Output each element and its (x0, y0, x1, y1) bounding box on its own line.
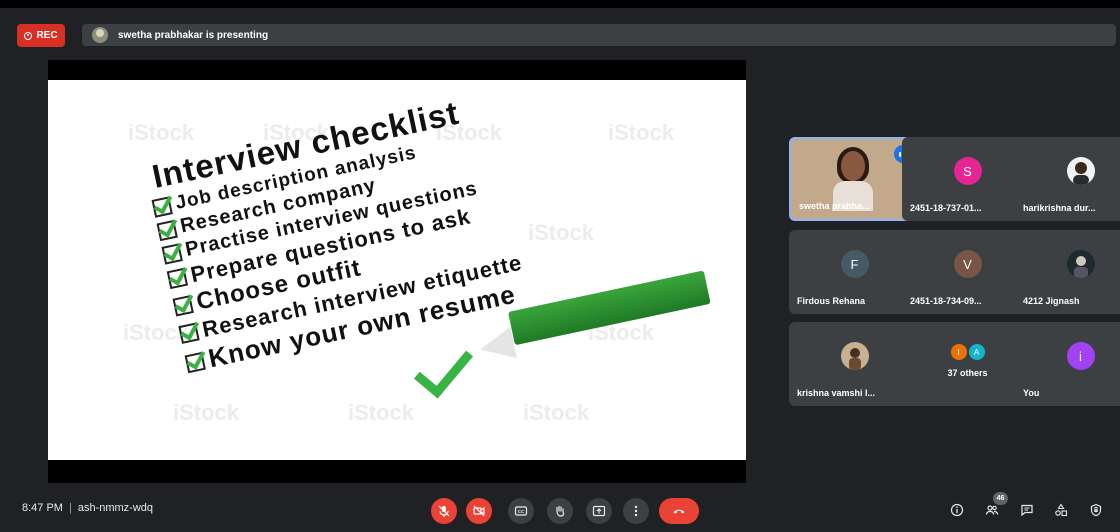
mic-off-icon (438, 505, 450, 517)
meeting-code[interactable]: ash-nmmz-wdq (78, 502, 153, 514)
participant-tile[interactable]: 4212 Jignash (1015, 230, 1120, 314)
more-options-button[interactable] (623, 498, 649, 524)
self-tile[interactable]: i You (1015, 322, 1120, 406)
chat-icon (1021, 504, 1033, 517)
participant-name: krishna vamshi l... (797, 388, 876, 398)
others-count: 37 others (947, 368, 988, 378)
avatar: S (953, 157, 982, 185)
record-icon (24, 31, 33, 40)
end-call-icon (673, 509, 685, 514)
shared-slide: iStock iStock iStock iStock iStock iStoc… (48, 80, 746, 460)
activities-button[interactable] (1053, 502, 1069, 518)
participant-name: You (1023, 388, 1040, 398)
participant-tile[interactable]: F Firdous Rehana (789, 230, 920, 314)
participant-name: Firdous Rehana (797, 296, 866, 306)
clock-time: 8:47 PM (22, 502, 63, 514)
pen-tip (477, 326, 517, 366)
checkbox-checked-icon (156, 219, 178, 241)
info-icon (950, 503, 964, 517)
avatar: V (953, 250, 982, 278)
presenting-banner: swetha prabhakar is presenting (82, 24, 1116, 46)
hand-icon (556, 505, 565, 517)
watermark: iStock (173, 400, 240, 425)
avatar: I (950, 344, 967, 360)
camera-off-icon (473, 505, 485, 517)
watermark: iStock (128, 120, 195, 145)
presentation-stage[interactable]: iStock iStock iStock iStock iStock iStoc… (48, 60, 746, 483)
host-controls-button[interactable] (1088, 502, 1104, 518)
participant-tile[interactable]: harikrishna dur... (1015, 137, 1120, 221)
more-options-icon (634, 505, 638, 517)
bottom-bar: 8:47 PM | ash-nmmz-wdq CC (0, 486, 1120, 532)
recording-label: REC (36, 30, 58, 41)
present-button[interactable] (586, 498, 612, 524)
participant-video (833, 147, 873, 211)
leave-call-button[interactable] (659, 498, 699, 524)
checkbox-checked-icon (161, 242, 183, 265)
watermark: iStock (528, 220, 595, 245)
avatar: A (968, 344, 985, 360)
participant-tile[interactable]: krishna vamshi l... (789, 322, 920, 406)
avatar (1066, 157, 1095, 185)
captions-button[interactable]: CC (508, 498, 534, 524)
camera-toggle-button[interactable] (466, 498, 492, 524)
svg-text:CC: CC (518, 509, 525, 514)
people-icon (985, 505, 999, 515)
top-edge (0, 0, 1120, 8)
mic-toggle-button[interactable] (431, 498, 457, 524)
participant-tile[interactable]: S 2451-18-737-01... (902, 137, 1033, 221)
checkbox-checked-icon (166, 267, 189, 290)
checkbox-checked-icon (178, 322, 200, 344)
avatar (840, 342, 869, 370)
participant-tile[interactable]: V 2451-18-734-09... (902, 230, 1033, 314)
others-avatars: I A (950, 344, 985, 360)
recording-badge[interactable]: REC (17, 24, 65, 47)
presenting-text: swetha prabhakar is presenting (118, 29, 269, 41)
avatar (1066, 250, 1095, 278)
watermark: iStock (608, 120, 675, 145)
presenter-avatar (92, 27, 108, 43)
checkbox-checked-icon (172, 295, 194, 317)
shield-lock-icon (1090, 503, 1102, 517)
watermark: iStock (523, 400, 590, 425)
watermark: iStock (348, 400, 415, 425)
meeting-info: 8:47 PM | ash-nmmz-wdq (22, 502, 154, 514)
meeting-details-button[interactable] (949, 502, 965, 518)
people-count-badge: 46 (993, 492, 1008, 505)
present-icon (592, 505, 606, 517)
participant-name: 4212 Jignash (1023, 296, 1080, 306)
participant-tile-active-speaker[interactable]: swetha prabha... (789, 137, 920, 221)
participant-name: 2451-18-737-01... (910, 203, 982, 213)
participant-name: swetha prabha... (799, 201, 870, 211)
checkbox-checked-icon (151, 196, 173, 218)
chat-button[interactable] (1019, 502, 1035, 518)
checkbox-checked-icon (184, 351, 206, 373)
others-tile[interactable]: I A 37 others (902, 322, 1033, 406)
activities-icon (1055, 503, 1068, 517)
participant-name: 2451-18-734-09... (910, 296, 982, 306)
raise-hand-button[interactable] (547, 498, 573, 524)
checkmark-icon (413, 336, 474, 399)
avatar: F (840, 250, 869, 278)
participant-name: harikrishna dur... (1023, 203, 1096, 213)
captions-icon: CC (514, 506, 528, 516)
checklist: Interview checklist Job description anal… (143, 87, 531, 379)
avatar: i (1066, 342, 1095, 370)
